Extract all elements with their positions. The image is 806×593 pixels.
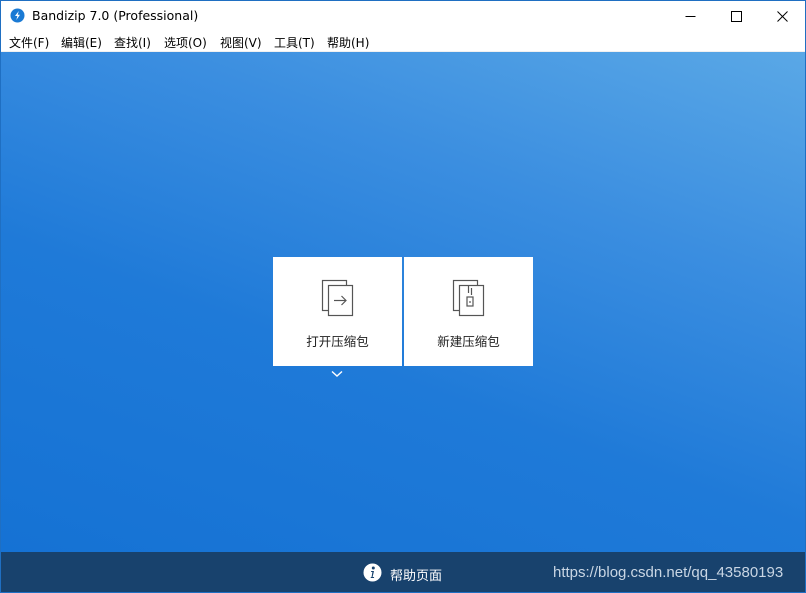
menu-edit[interactable]: 编辑(E) — [61, 34, 102, 51]
menu-tools[interactable]: 工具(T) — [274, 34, 315, 51]
minimize-icon — [685, 15, 695, 17]
open-archive-icon — [321, 279, 354, 317]
title-bar[interactable]: Bandizip 7.0 (Professional) — [1, 1, 805, 31]
info-icon[interactable] — [363, 563, 382, 582]
menu-options[interactable]: 选项(O) — [164, 34, 207, 51]
close-button[interactable] — [759, 1, 805, 31]
maximize-icon — [730, 10, 742, 22]
main-area: 打开压缩包 新建压缩包 — [1, 52, 805, 552]
menu-view[interactable]: 视图(V) — [220, 34, 262, 51]
menu-file[interactable]: 文件(F) — [9, 34, 49, 51]
minimize-button[interactable] — [667, 1, 713, 31]
chevron-down-icon[interactable] — [331, 370, 343, 378]
close-icon — [776, 10, 788, 22]
window-title: Bandizip 7.0 (Professional) — [32, 8, 199, 23]
bandizip-logo-icon — [10, 8, 25, 23]
menu-find[interactable]: 查找(I) — [114, 34, 151, 51]
new-archive-icon — [452, 279, 485, 317]
watermark-text: https://blog.csdn.net/qq_43580193 — [553, 564, 784, 581]
menu-bar: 文件(F) 编辑(E) 查找(I) 选项(O) 视图(V) 工具(T) 帮助(H… — [1, 31, 805, 52]
open-archive-label: 打开压缩包 — [306, 334, 369, 349]
help-page-link[interactable]: 帮助页面 — [390, 565, 442, 584]
footer-bar: 帮助页面 https://blog.csdn.net/qq_43580193 — [1, 552, 805, 592]
app-window: Bandizip 7.0 (Professional) 文件(F) 编辑(E) … — [0, 0, 806, 593]
new-archive-button[interactable]: 新建压缩包 — [404, 257, 533, 366]
menu-help[interactable]: 帮助(H) — [327, 34, 369, 51]
maximize-button[interactable] — [713, 1, 759, 31]
new-archive-label: 新建压缩包 — [437, 334, 500, 349]
open-archive-button[interactable]: 打开压缩包 — [273, 257, 402, 366]
